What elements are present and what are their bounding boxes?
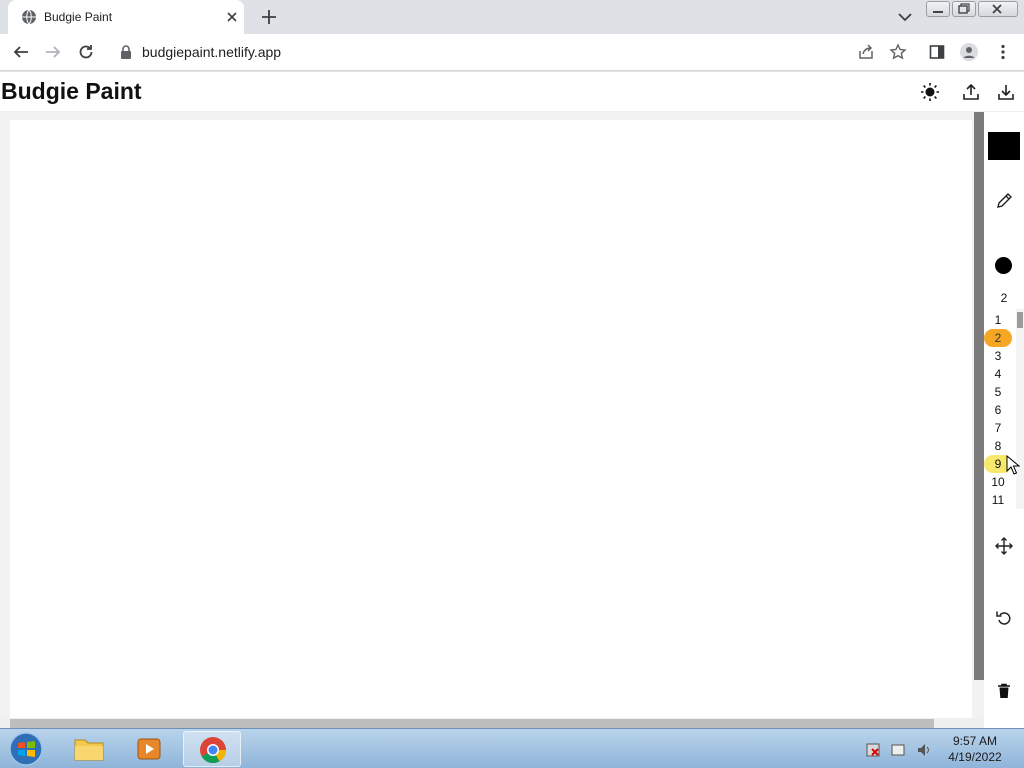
undo-icon[interactable] (994, 608, 1014, 628)
start-button-icon[interactable] (6, 731, 46, 767)
brush-size-option[interactable]: 10 (984, 473, 1012, 491)
taskbar-clock[interactable]: 9:57 AM 4/19/2022 (940, 733, 1010, 765)
share-icon[interactable] (857, 43, 875, 61)
more-menu-icon[interactable] (994, 43, 1012, 61)
reload-icon[interactable] (77, 43, 95, 61)
close-tab-icon[interactable] (224, 9, 240, 25)
minimize-icon (933, 11, 943, 13)
brush-size-dot[interactable] (995, 257, 1012, 274)
app-title: Budgie Paint (1, 78, 142, 104)
brush-size-option[interactable]: 8 (984, 437, 1012, 455)
globe-icon (22, 9, 36, 25)
clock-date: 4/19/2022 (948, 750, 1002, 764)
color-swatch[interactable] (988, 132, 1020, 160)
star-icon[interactable] (889, 43, 907, 61)
canvas-horizontal-scrollbar[interactable] (10, 719, 934, 728)
browser-tab[interactable]: Budgie Paint (8, 0, 244, 34)
download-icon[interactable] (996, 82, 1016, 102)
canvas-vertical-scrollbar[interactable] (974, 112, 984, 680)
back-icon[interactable] (12, 43, 30, 61)
brush-size-option[interactable]: 7 (984, 419, 1012, 437)
side-panel-icon[interactable] (928, 43, 946, 61)
brush-size-list[interactable]: 1 2 3 4 5 6 7 8 9 10 11 (984, 311, 1014, 509)
upload-icon[interactable] (961, 82, 981, 102)
app-header: Budgie Paint (0, 72, 1024, 112)
minimize-button[interactable] (926, 1, 950, 17)
taskbar-chrome[interactable] (183, 731, 241, 767)
brush-size-option[interactable]: 6 (984, 401, 1012, 419)
chrome-icon (200, 737, 227, 764)
brush-size-option[interactable]: 5 (984, 383, 1012, 401)
system-tray (866, 741, 936, 759)
close-window-button[interactable] (978, 1, 1018, 17)
forward-icon[interactable] (44, 43, 62, 61)
address-bar-url[interactable]: budgiepaint.netlify.app (142, 44, 281, 60)
trash-icon[interactable] (994, 681, 1014, 701)
size-list-scrollbar[interactable] (1017, 312, 1023, 328)
clock-time: 9:57 AM (952, 734, 998, 748)
size-list-scroll-track (1016, 309, 1024, 509)
browser-tabstrip: Budgie Paint (0, 0, 1024, 34)
brush-size-option[interactable]: 1 (984, 311, 1012, 329)
brush-size-option[interactable]: 4 (984, 365, 1012, 383)
taskbar-explorer[interactable] (60, 731, 118, 767)
restore-icon (958, 3, 970, 14)
browser-toolbar: budgiepaint.netlify.app (0, 34, 1024, 71)
mouse-cursor-icon (1006, 455, 1020, 475)
close-icon (992, 4, 1002, 14)
window-controls (926, 1, 1022, 18)
drawing-canvas[interactable] (10, 120, 972, 720)
sun-icon[interactable] (920, 82, 940, 102)
brush-size-option[interactable]: 2 (984, 329, 1012, 347)
folder-icon (74, 739, 104, 761)
lock-icon[interactable] (120, 45, 132, 59)
tray-icons[interactable] (866, 741, 936, 759)
tab-title: Budgie Paint (44, 10, 113, 24)
brush-size-option[interactable]: 11 (984, 491, 1012, 509)
canvas-container (0, 112, 984, 720)
media-player-icon (137, 738, 161, 760)
taskbar-media-player[interactable] (121, 731, 179, 767)
move-icon[interactable] (994, 536, 1014, 556)
brush-size-value: 2 (1000, 291, 1008, 305)
pencil-icon[interactable] (994, 191, 1014, 211)
chevron-down-icon[interactable] (896, 9, 914, 25)
os-taskbar: 9:57 AM 4/19/2022 (0, 728, 1024, 768)
brush-size-option[interactable]: 3 (984, 347, 1012, 365)
profile-avatar-icon[interactable] (960, 43, 978, 61)
new-tab-icon[interactable] (260, 8, 278, 26)
restore-button[interactable] (952, 1, 976, 17)
